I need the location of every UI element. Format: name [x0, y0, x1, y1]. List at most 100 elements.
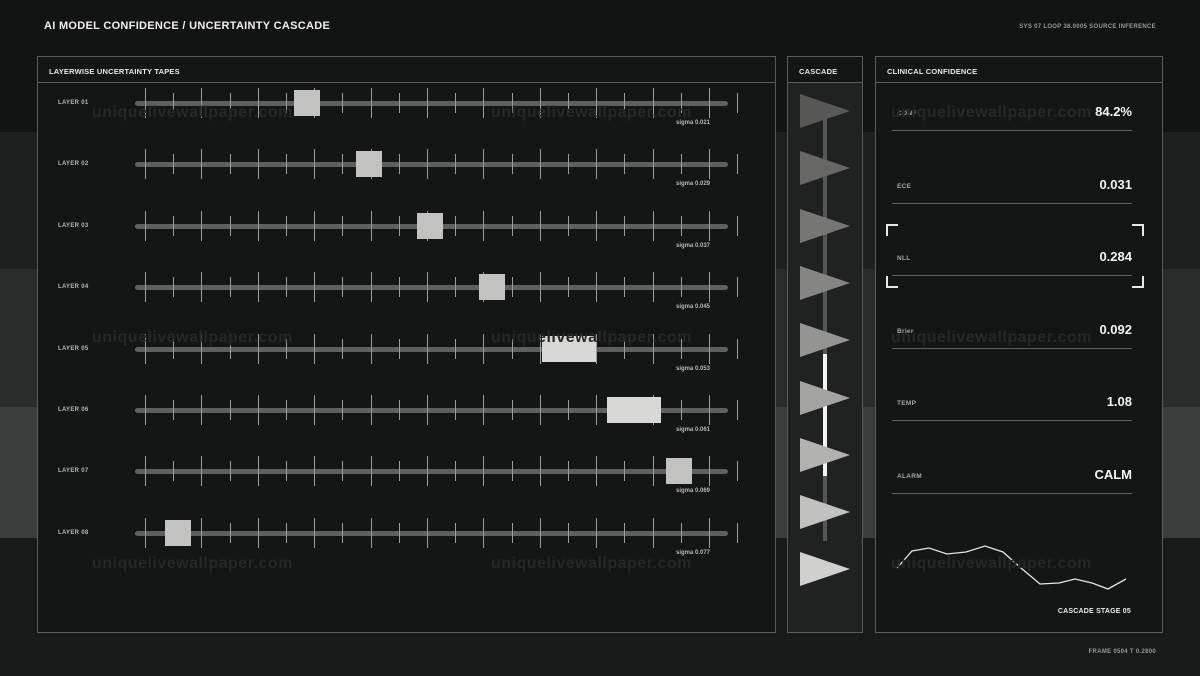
- tape-track: [135, 162, 728, 168]
- tape-tick: [652, 149, 654, 180]
- cascade-stage-triangle: [800, 380, 850, 415]
- tape-tick: [145, 395, 146, 425]
- tape-tick: [427, 149, 428, 180]
- tape-tick: [680, 154, 682, 175]
- tape-tick: [539, 395, 541, 425]
- tape-tick: [257, 272, 259, 303]
- tape-tick: [737, 277, 739, 298]
- tape-track: [135, 346, 728, 352]
- uncertainty-marker: [665, 458, 692, 485]
- tape-tick: [427, 517, 428, 548]
- layer-label: LAYER 06: [58, 407, 89, 413]
- tape-tick: [455, 93, 457, 113]
- sigma-value: sigma 0.069: [676, 488, 711, 495]
- tape-tick: [201, 272, 203, 303]
- tape-tick: [680, 277, 682, 298]
- layer-tape: LAYER 03 sigma 0.037: [38, 198, 775, 258]
- uncertainty-marker: [293, 90, 320, 116]
- tape-tick: [483, 333, 485, 364]
- tape-tick: [709, 272, 710, 303]
- tape-tick: [314, 210, 316, 241]
- layer-label: LAYER 08: [58, 529, 89, 536]
- tape-tick: [483, 149, 485, 180]
- tape-tick: [427, 395, 428, 425]
- tape-tick: [257, 149, 259, 180]
- tape-tick: [709, 149, 710, 180]
- tape-tick: [539, 456, 541, 487]
- cascade-stage-triangle: [800, 208, 850, 243]
- tape-tick: [173, 154, 175, 175]
- watermark: uniquelivewallpaper.com: [891, 329, 1092, 346]
- layer-label: LAYER 01: [58, 100, 89, 106]
- tape-tick: [680, 522, 682, 543]
- tape-tick: [257, 210, 259, 241]
- page-title: AI MODEL CONFIDENCE / UNCERTAINTY CASCAD…: [44, 20, 331, 32]
- tape-tick: [624, 215, 626, 236]
- tape-tick: [455, 400, 457, 420]
- tape-tick: [427, 88, 428, 118]
- tape-tick: [257, 395, 259, 425]
- tape-tick: [286, 277, 287, 298]
- cascade-stage-triangle: [800, 437, 850, 472]
- tape-tick: [229, 215, 231, 236]
- tape-tick: [539, 149, 541, 180]
- tape-tick: [342, 277, 344, 298]
- cascade-stage-triangle: [800, 151, 850, 186]
- tape-tick: [201, 395, 203, 425]
- tape-tick: [286, 522, 287, 543]
- tape-tick: [680, 400, 682, 420]
- cascade-panel-title: CASCADE: [788, 57, 862, 83]
- tape-tick: [596, 210, 598, 241]
- tape-tick: [483, 210, 485, 241]
- cascade-stage-triangle: [800, 265, 850, 300]
- uncertainty-marker: [355, 151, 382, 178]
- tape-tick: [427, 272, 428, 303]
- tape-tick: [455, 277, 457, 298]
- tape-tick: [173, 461, 175, 482]
- tape-tick: [145, 517, 146, 548]
- tape-tick: [286, 215, 287, 236]
- tape-tick: [455, 522, 457, 543]
- tape-tick: [427, 333, 428, 364]
- tape-tick: [398, 461, 400, 482]
- watermark: uniquelivewallpaper.com: [92, 104, 293, 121]
- tape-tick: [511, 461, 513, 482]
- tape-tick: [511, 400, 513, 420]
- layer-tape: LAYER 02 sigma 0.029: [38, 136, 775, 196]
- tape-tick: [398, 400, 400, 420]
- tape-tick: [342, 215, 344, 236]
- watermark: uniquelivewallpaper.com: [92, 329, 293, 346]
- tape-tick: [145, 456, 146, 487]
- tape-tick: [314, 149, 316, 180]
- tape-tick: [455, 338, 457, 359]
- tape-tick: [737, 215, 739, 236]
- tape-tick: [173, 215, 175, 236]
- tape-tick: [342, 338, 344, 359]
- tape-tick: [145, 149, 146, 180]
- tape-tick: [286, 400, 287, 420]
- tape-track: [135, 469, 728, 475]
- cascade-stage-triangle: [800, 495, 850, 530]
- tape-tick: [370, 456, 372, 487]
- tape-tick: [370, 333, 372, 364]
- tape-tick: [286, 461, 287, 482]
- tape-tick: [568, 400, 569, 420]
- tape-tick: [314, 395, 316, 425]
- tape-tick: [257, 456, 259, 487]
- tape-tick: [398, 522, 400, 543]
- uncertainty-marker: [478, 274, 505, 301]
- tape-tick: [568, 461, 569, 482]
- tape-tick: [483, 456, 485, 487]
- tape-tick: [596, 395, 598, 425]
- tape-tick: [314, 272, 316, 303]
- tape-tick: [652, 456, 654, 487]
- tape-tick: [342, 522, 344, 543]
- tape-tick: [511, 154, 513, 175]
- tape-tick: [342, 154, 344, 175]
- tape-tick: [370, 272, 372, 303]
- layer-tape: LAYER 04 sigma 0.045: [38, 259, 775, 319]
- tape-tick: [398, 93, 400, 113]
- tape-tick: [201, 456, 203, 487]
- watermark: uniquelivewallpaper.com: [491, 555, 692, 572]
- watermark: uniquelivewallpaper.com: [491, 329, 692, 346]
